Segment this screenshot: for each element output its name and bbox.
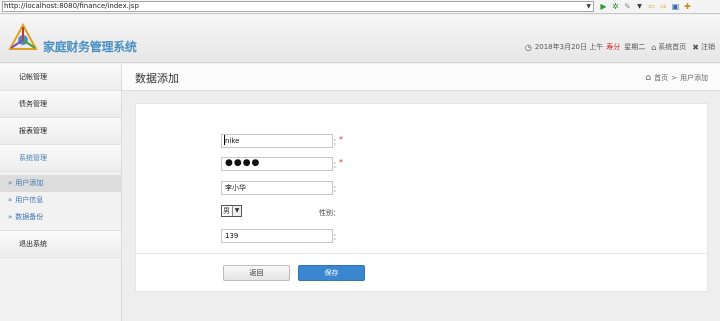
close-icon[interactable]: ✖ <box>692 43 699 52</box>
required-mark: * <box>339 135 343 144</box>
app-header: 家庭财务管理系统 ◷ 2018年3月20日 上午 寿分 星期二 ⌂ 系统首页 ✖… <box>0 15 720 63</box>
home-link[interactable]: 系统首页 <box>658 42 686 52</box>
weekday-text: 星期二 <box>624 43 646 51</box>
logout-link[interactable]: 注销 <box>701 42 715 52</box>
form-divider <box>136 253 709 254</box>
gender-select[interactable]: 男 ▼ <box>221 205 242 217</box>
sidebar-subitem-add-user[interactable]: » 用户添加 <box>0 175 121 192</box>
sidebar-submenu: » 用户添加 » 用户信息 » 数据备份 <box>0 172 121 231</box>
arrow-icon: » <box>8 179 13 187</box>
breadcrumb: ⌂ 首页 > 用户添加 <box>645 73 708 83</box>
sidebar-subitem-label: 数据备份 <box>15 213 44 221</box>
gender-label: 性别： <box>319 209 340 217</box>
gender-row: 性别： 男 ▼ <box>136 205 709 220</box>
password-input[interactable]: ●●●● <box>221 157 333 171</box>
forward-icon[interactable]: ⇨ <box>659 2 668 11</box>
time-text: 寿分 <box>606 43 621 51</box>
address-bar[interactable]: http://localhost:8080/finance/index.jsp … <box>2 1 594 12</box>
header-status: ◷ 2018年3月20日 上午 寿分 星期二 ⌂ 系统首页 ✖ 注销 <box>525 42 715 52</box>
sidebar-subitem-label: 用户添加 <box>15 179 44 187</box>
sidebar-subitem-user-info[interactable]: » 用户信息 <box>0 192 121 209</box>
clock-icon: ◷ <box>524 42 532 52</box>
phone-row: 联系电话： 139 <box>136 229 709 244</box>
save-button[interactable]: 保存 <box>298 265 365 281</box>
breadcrumb-current: 用户添加 <box>680 74 708 82</box>
page-header: 数据添加 ⌂ 首页 > 用户添加 <box>122 64 720 91</box>
settings-icon[interactable]: ✚ <box>683 2 692 11</box>
username-row: 用户名： nike * <box>136 134 709 149</box>
sidebar: 记帐管理 债务管理 报表管理 系统管理 » 用户添加 » 用户信息 » 数据备份 退出… <box>0 64 122 321</box>
home-icon[interactable]: ⌂ <box>651 43 656 52</box>
date-text: 2018年3月20日 上午 <box>534 43 604 51</box>
sidebar-item-reports[interactable]: 报表管理 <box>0 118 121 145</box>
browser-toolbar: http://localhost:8080/finance/index.jsp … <box>0 0 720 14</box>
user-form-panel: 用户名： nike * 密码： ●●●● * 姓名： 李小华 性别： 男 ▼ 联… <box>135 103 709 292</box>
window-icon[interactable]: ▣ <box>671 2 680 11</box>
back-icon[interactable]: ⇦ <box>647 2 656 11</box>
url-text: http://localhost:8080/finance/index.jsp <box>4 2 139 10</box>
arrow-icon: » <box>8 213 13 221</box>
sidebar-item-system[interactable]: 系统管理 <box>0 145 121 172</box>
name-row: 姓名： 李小华 <box>136 181 709 196</box>
sidebar-subitem-label: 用户信息 <box>15 196 44 204</box>
arrow-icon: » <box>8 196 13 204</box>
breadcrumb-home[interactable]: 首页 <box>654 73 668 83</box>
sidebar-item-accounting[interactable]: 记帐管理 <box>0 64 121 91</box>
gender-value: 男 <box>223 207 230 215</box>
page-title: 数据添加 <box>135 72 179 85</box>
home-icon[interactable]: ⌂ <box>645 73 651 83</box>
sidebar-item-debt[interactable]: 债务管理 <box>0 91 121 118</box>
phone-input[interactable]: 139 <box>221 229 333 243</box>
url-dropdown-icon[interactable]: ▼ <box>586 2 591 11</box>
breadcrumb-separator: > <box>671 74 677 82</box>
go-icon[interactable]: ▶ <box>599 2 608 11</box>
required-mark: * <box>339 158 343 167</box>
sidebar-item-exit[interactable]: 退出系统 <box>0 231 121 258</box>
app-title: 家庭财务管理系统 <box>43 40 137 54</box>
password-row: 密码： ●●●● * <box>136 157 709 172</box>
chevron-down-icon[interactable]: ▼ <box>232 206 241 216</box>
logo-icon <box>8 23 38 50</box>
plugin-icon[interactable]: ✎ <box>623 2 632 11</box>
tools-icon[interactable]: ✲ <box>611 2 620 11</box>
back-button[interactable]: 返回 <box>223 265 290 281</box>
browser-buttons: ▶ ✲ ✎ ▼ ⇦ ⇨ ▣ ✚ <box>599 2 692 11</box>
username-input[interactable]: nike <box>221 134 333 148</box>
plugin-dropdown-icon[interactable]: ▼ <box>635 2 644 11</box>
sidebar-subitem-backup[interactable]: » 数据备份 <box>0 209 121 226</box>
name-input[interactable]: 李小华 <box>221 181 333 195</box>
text-cursor <box>224 135 225 145</box>
